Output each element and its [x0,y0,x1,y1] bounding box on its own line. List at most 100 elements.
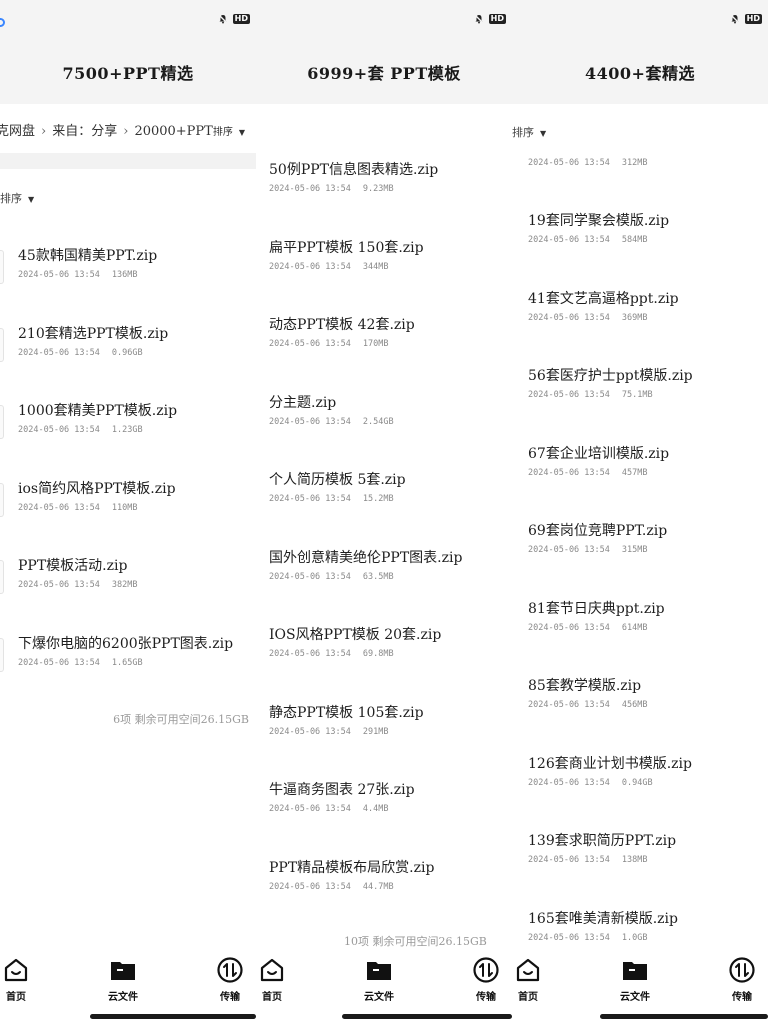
file-icon [0,250,4,284]
status-indicator-icon [0,18,5,27]
list-item-partial[interactable]: 2024-05-06 13:54 312MB [512,133,768,210]
file-time: 2024-05-06 13:54 [269,649,351,659]
home-icon [4,958,28,982]
list-item[interactable]: 81套节日庆典ppt.zip 2024-05-06 13:54 614MB [512,598,768,675]
file-meta: 2024-05-06 13:54 291MB [269,727,388,737]
file-size: 138MB [621,855,648,865]
file-time: 2024-05-06 13:54 [528,158,610,168]
file-icon [0,637,4,672]
tab-transfer[interactable]: 传输 [722,956,762,1003]
file-size: 456MB [621,700,648,710]
file-meta: 2024-05-06 13:54 4.4MB [269,804,388,814]
home-indicator[interactable] [342,1014,512,1019]
breadcrumb-root[interactable]: 克网盘 [0,124,35,139]
file-name: 41套文艺高逼格ppt.zip [528,290,679,307]
file-name: 1000套精美PPT模板.zip [18,403,178,419]
list-item[interactable]: 139套求职简历PPT.zip 2024-05-06 13:54 138MB [512,830,768,907]
home-indicator[interactable] [600,1014,768,1019]
tab-cloud-label: 云文件 [364,992,394,1003]
list-item[interactable]: 扁平PPT模板 150套.zip 2024-05-06 13:54 344MB [256,237,512,314]
file-name: 牛逼商务图表 27张.zip [269,782,415,798]
file-size: 75.1MB [621,390,653,400]
file-size: 1.23GB [111,425,143,435]
tab-home[interactable]: 首页 [512,956,548,1003]
list-item[interactable]: 56套医疗护士ppt模版.zip 2024-05-06 13:54 75.1MB [512,365,768,442]
status-bar: HD [0,0,256,40]
breadcrumb-from[interactable]: 来自：分享 [52,124,117,139]
list-item[interactable]: 210套精选PPT模板.zip 2024-05-06 13:54 0.96GB [0,323,256,400]
file-meta: 2024-05-06 13:54 584MB [528,235,647,245]
tab-transfer[interactable]: 传输 [210,956,250,1003]
bottom-tab-bar: 首页 云文件 传输 [256,950,512,1024]
list-item[interactable]: 45款韩国精美PPT.zip 2024-05-06 13:54 136MB [0,245,256,322]
tab-cloud-files[interactable]: 云文件 [103,956,143,1003]
breadcrumb: 克网盘 › 来自：分享 › 20000+PPT排序 ▼ [0,120,245,139]
list-item[interactable]: 个人简历模板 5套.zip 2024-05-06 13:54 15.2MB [256,469,512,546]
list-item[interactable]: 69套岗位竞聘PPT.zip 2024-05-06 13:54 315MB [512,520,768,597]
file-name: 动态PPT模板 42套.zip [269,317,415,333]
tab-cloud-label: 云文件 [620,992,650,1003]
file-meta: 2024-05-06 13:54 110MB [18,503,137,513]
list-item[interactable]: 41套文艺高逼格ppt.zip 2024-05-06 13:54 369MB [512,288,768,365]
file-name: ios简约风格PPT模板.zip [18,480,176,497]
list-item[interactable]: IOS风格PPT模板 20套.zip 2024-05-06 13:54 69.8MB [256,624,512,701]
tab-transfer[interactable]: 传输 [466,956,506,1003]
tab-home-label: 首页 [6,992,26,1003]
file-time: 2024-05-06 13:54 [269,804,351,814]
list-footer: 10项 剩余可用空间26.15GB [344,935,487,948]
file-size: 457MB [621,467,648,478]
list-item[interactable]: 19套同学聚会模版.zip 2024-05-06 13:54 584MB [512,210,768,287]
list-item[interactable]: 1000套精美PPT模板.zip 2024-05-06 13:54 1.23GB [0,400,256,477]
search-strip[interactable] [0,153,256,169]
list-item[interactable]: 50例PPT信息图表精选.zip 2024-05-06 13:54 9.23MB [256,159,512,236]
file-name: 分主题.zip [269,394,337,411]
file-meta: 2024-05-06 13:54 382MB [18,580,137,590]
file-meta: 2024-05-06 13:54 138MB [528,855,647,865]
tab-home-label: 首页 [518,992,538,1003]
file-meta: 2024-05-06 13:54 1.65GB [18,658,143,668]
status-bar: HD [512,0,768,40]
list-item[interactable]: 67套企业培训模版.zip 2024-05-06 13:54 457MB [512,443,768,520]
home-indicator[interactable] [90,1014,256,1019]
tab-home[interactable]: 首页 [0,956,36,1003]
tab-cloud-files[interactable]: 云文件 [359,956,399,1003]
list-item[interactable]: 85套教学模版.zip 2024-05-06 13:54 456MB [512,675,768,752]
tab-home[interactable]: 首页 [256,956,292,1003]
file-size: 0.94GB [621,777,653,788]
list-item[interactable]: ios简约风格PPT模板.zip 2024-05-06 13:54 110MB [0,478,256,555]
list-item[interactable]: 下爆你电脑的6200张PPT图表.zip 2024-05-06 13:54 1.65… [0,633,256,710]
list-item[interactable]: 国外创意精美绝伦PPT图表.zip 2024-05-06 13:54 63.5MB [256,547,512,624]
file-meta: 2024-05-06 13:54 0.94GB [528,778,653,788]
file-time: 2024-05-06 13:54 [18,270,100,280]
file-meta: 2024-05-06 13:54 1.0GB [528,933,647,943]
file-time: 2024-05-06 13:54 [269,339,351,349]
file-time: 2024-05-06 13:54 [528,312,610,323]
file-time: 2024-05-06 13:54 [528,777,610,788]
transfer-icon [473,957,499,983]
file-time: 2024-05-06 13:54 [18,502,100,513]
list-item[interactable]: 126套商业计划书模版.zip 2024-05-06 13:54 0.94GB [512,753,768,830]
file-size: 382MB [111,580,138,590]
list-footer: 6项 剩余可用空间26.15GB [113,713,249,726]
list-item[interactable]: 动态PPT模板 42套.zip 2024-05-06 13:54 170MB [256,314,512,391]
tab-cloud-files[interactable]: 云文件 [615,956,655,1003]
breadcrumb-folder[interactable]: 20000+PPT [134,124,212,139]
caret-down-icon[interactable]: ▼ [239,128,245,137]
list-item[interactable]: 牛逼商务图表 27张.zip 2024-05-06 13:54 4.4MB [256,779,512,856]
file-name: 69套岗位竞聘PPT.zip [528,523,668,539]
list-item[interactable]: 静态PPT模板 105套.zip 2024-05-06 13:54 291MB [256,702,512,779]
sort-inline-label[interactable]: 排序 [213,127,233,138]
hd-badge: HD [488,14,506,24]
list-item[interactable]: 分主题.zip 2024-05-06 13:54 2.54GB [256,392,512,469]
file-time: 2024-05-06 13:54 [528,932,610,943]
list-item[interactable]: PPT模板活动.zip 2024-05-06 13:54 382MB [0,555,256,632]
list-item[interactable]: PPT精品模板布局欣赏.zip 2024-05-06 13:54 44.7MB [256,857,512,934]
file-meta: 2024-05-06 13:54 457MB [528,468,647,478]
tab-transfer-label: 传输 [732,992,752,1003]
file-icon [0,327,4,362]
file-meta: 2024-05-06 13:54 2.54GB [269,417,394,427]
file-icon [0,482,4,517]
file-size: 315MB [621,545,648,555]
sort-button[interactable]: 排序 ▼ [0,190,34,206]
file-name: 85套教学模版.zip [528,678,642,694]
